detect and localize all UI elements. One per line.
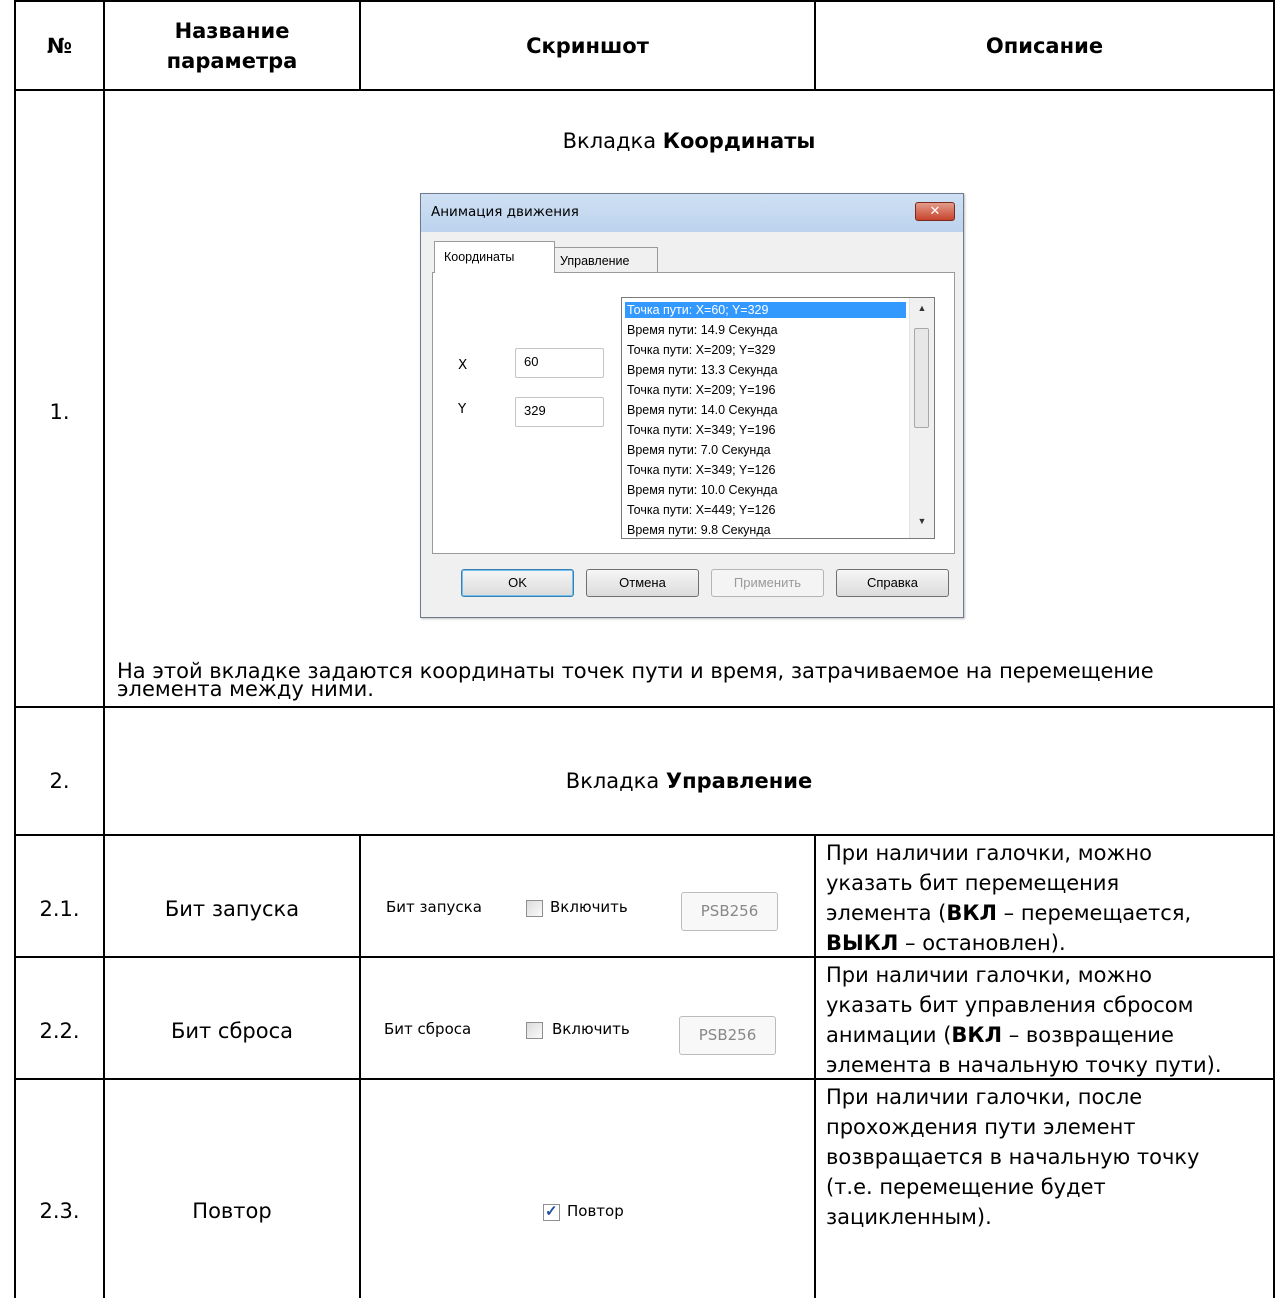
row2-heading-bold: Управление [665, 769, 813, 793]
row1-heading-prefix: Вкладка [562, 129, 663, 153]
list-item[interactable]: Точка пути: X=209; Y=196 [625, 382, 775, 398]
row22-desc-line3-bold: ВКЛ [951, 1023, 1003, 1047]
ok-button[interactable]: OK [461, 569, 574, 597]
reset-bit-address-field[interactable]: PSB256 [679, 1016, 776, 1055]
header-name-line2: параметра [166, 49, 298, 73]
list-item[interactable]: Время пути: 13.3 Секунда [625, 362, 778, 378]
row23-desc-line2: прохождения пути элемент [826, 1115, 1136, 1139]
row21-desc-line4: ВЫКЛ – остановлен). [826, 928, 1191, 958]
row21-num: 2.1. [39, 897, 80, 921]
y-input[interactable]: 329 [515, 397, 604, 427]
x-input[interactable]: 60 [515, 348, 604, 378]
row23-num: 2.3. [39, 1199, 80, 1223]
row22-desc: При наличии галочки, можно указать бит у… [826, 960, 1222, 1080]
close-icon[interactable]: ✕ [915, 202, 955, 221]
list-item[interactable]: Точка пути: X=209; Y=329 [625, 342, 775, 358]
list-item[interactable]: Время пути: 10.0 Секунда [625, 482, 778, 498]
row21-name: Бит запуска [164, 897, 300, 921]
row22-desc-line3: анимации (ВКЛ – возвращение [826, 1020, 1222, 1050]
row22-desc-line1: При наличии галочки, можно [826, 963, 1152, 987]
reset-bit-label: Бит сброса [384, 1020, 472, 1038]
row22-name: Бит сброса [170, 1019, 294, 1043]
table-border-header [14, 89, 1275, 91]
row21-desc-line3-bold: ВКЛ [946, 901, 997, 925]
table-border-row1 [14, 706, 1275, 708]
row21-desc-line1: При наличии галочки, можно [826, 841, 1152, 865]
start-bit-address-field[interactable]: PSB256 [681, 892, 778, 931]
table-border-row2 [14, 834, 1275, 836]
row23-desc-line5: зацикленным). [826, 1205, 992, 1229]
list-item[interactable]: Точка пути: X=60; Y=329 [625, 302, 906, 318]
reset-bit-enable-label: Включить [552, 1020, 630, 1038]
scroll-thumb[interactable] [914, 328, 929, 428]
dialog-titlebar: Анимация движения ✕ [421, 194, 963, 232]
row23-desc: При наличии галочки, после прохождения п… [826, 1082, 1199, 1232]
list-item[interactable]: Время пути: 9.8 Секунда [625, 522, 771, 538]
table-border-col1 [103, 0, 105, 1298]
row1-heading-bold: Координаты [662, 129, 816, 153]
row21-desc-line3-post: – перемещается, [996, 901, 1192, 925]
row21-desc-line3: элемента (ВКЛ – перемещается, [826, 898, 1191, 928]
repeat-checkbox[interactable]: ✓ [543, 1203, 560, 1221]
tab-control-label: Управление [560, 254, 630, 268]
list-scrollbar[interactable]: ▲ ▼ [909, 298, 934, 538]
cancel-button[interactable]: Отмена [586, 569, 699, 597]
document-page: № Название параметра Скриншот Описание 1… [0, 0, 1275, 1298]
table-border-top [14, 0, 1275, 2]
list-item[interactable]: Время пути: 14.0 Секунда [625, 402, 778, 418]
row1-num: 1. [49, 400, 70, 424]
start-bit-enable-checkbox[interactable] [526, 900, 543, 917]
header-screenshot: Скриншот [526, 34, 649, 58]
row22-num: 2.2. [39, 1019, 80, 1043]
row23-desc-line4: (т.е. перемещение будет [826, 1175, 1106, 1199]
row21-desc: При наличии галочки, можно указать бит п… [826, 838, 1191, 958]
list-item[interactable]: Точка пути: X=449; Y=126 [625, 502, 775, 518]
list-item[interactable]: Время пути: 14.9 Секунда [625, 322, 778, 338]
tab-control[interactable]: Управление [554, 247, 658, 273]
table-border-col2 [359, 834, 361, 1298]
header-name-line1: Название [174, 19, 290, 43]
row22-desc-line2: указать бит управления сбросом [826, 993, 1194, 1017]
start-bit-enable-label: Включить [550, 898, 628, 916]
list-item[interactable]: Время пути: 7.0 Секунда [625, 442, 771, 458]
row2-heading: Вкладка Управление [105, 766, 1273, 796]
dialog-title: Анимация движения [431, 204, 579, 220]
checkmark-icon: ✓ [545, 1203, 558, 1220]
row2-num: 2. [49, 769, 70, 793]
path-points-list[interactable]: Точка пути: X=60; Y=329 Время пути: 14.9 … [621, 297, 935, 539]
row22-desc-line3-pre: анимации ( [826, 1023, 952, 1047]
list-item[interactable]: Точка пути: X=349; Y=196 [625, 422, 775, 438]
row23-desc-line1: При наличии галочки, после [826, 1085, 1143, 1109]
row21-desc-line3-pre: элемента ( [826, 901, 947, 925]
scroll-up-icon[interactable]: ▲ [910, 303, 934, 313]
tab-coordinates[interactable]: Координаты [434, 241, 555, 273]
help-button[interactable]: Справка [836, 569, 949, 597]
row1-text-line2: элемента между ними. [117, 677, 374, 701]
header-description: Описание [985, 34, 1104, 58]
table-border-left [14, 0, 16, 1298]
list-item[interactable]: Точка пути: X=349; Y=126 [625, 462, 775, 478]
row22-desc-line4: элемента в начальную точку пути). [826, 1053, 1222, 1077]
reset-bit-enable-checkbox[interactable] [526, 1022, 543, 1039]
row21-desc-line4-bold: ВЫКЛ [826, 931, 899, 955]
apply-button[interactable]: Применить [711, 569, 824, 597]
row23-desc-line3: возвращается в начальную точку [826, 1145, 1200, 1169]
row22-desc-line3-post: – возвращение [1002, 1023, 1174, 1047]
scroll-down-icon[interactable]: ▼ [910, 516, 934, 526]
row23-name: Повтор [192, 1199, 272, 1223]
row21-desc-line4-post: – остановлен). [898, 931, 1066, 955]
start-bit-label: Бит запуска [386, 898, 482, 916]
row1-heading: Вкладка Координаты [105, 126, 1273, 156]
tab-coordinates-label: Координаты [444, 250, 515, 264]
y-label: Y [458, 401, 467, 417]
row21-desc-line2: указать бит перемещения [826, 871, 1120, 895]
x-label: X [458, 357, 468, 373]
repeat-label: Повтор [567, 1202, 624, 1220]
row2-heading-prefix: Вкладка [565, 769, 666, 793]
table-border-col3 [814, 834, 816, 1298]
header-num: № [46, 34, 73, 58]
